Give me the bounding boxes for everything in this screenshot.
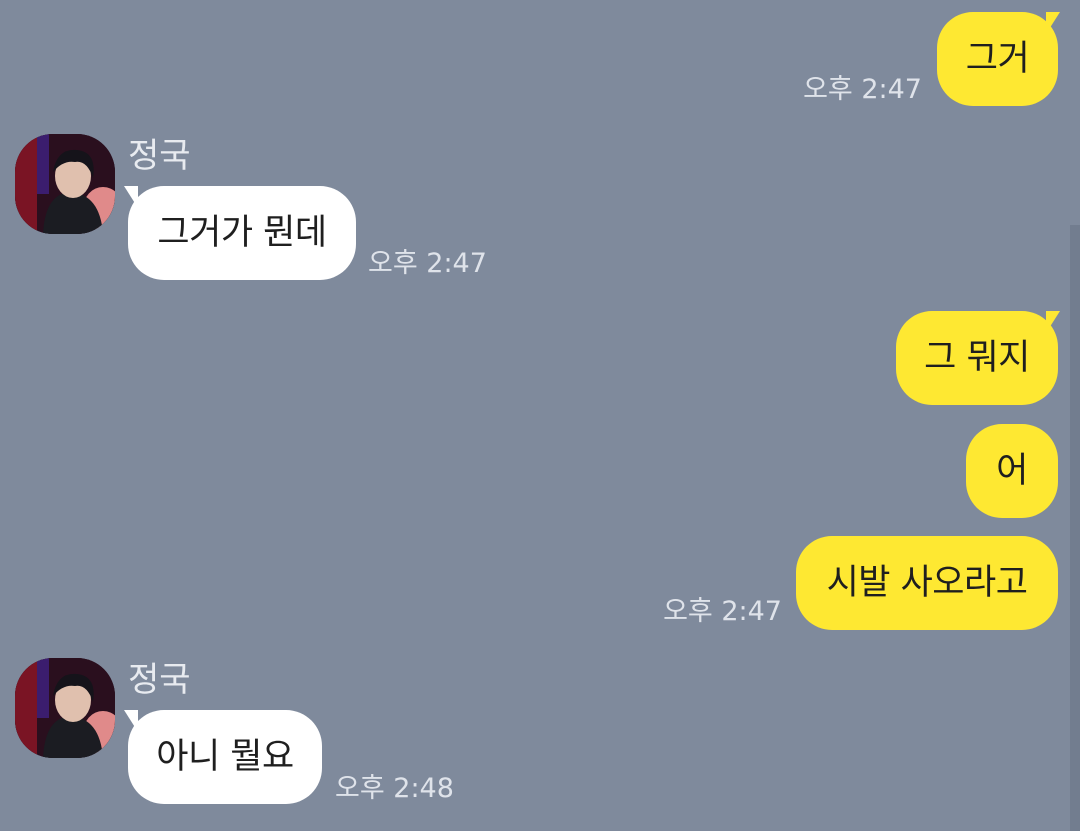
message-bubble-mine[interactable]: 어 — [966, 424, 1058, 518]
profile-photo-icon[interactable] — [15, 134, 115, 234]
message-timestamp: 오후 2:48 — [335, 773, 454, 804]
message-text: 그거 — [965, 38, 1030, 79]
message-timestamp: 오후 2:47 — [663, 596, 782, 627]
message-bubble-mine[interactable]: 시발 사오라고 — [796, 536, 1058, 630]
bubble-tail — [124, 710, 138, 732]
message-bubble-mine[interactable]: 그거 — [937, 12, 1058, 106]
message-text: 그거가 뭔데 — [157, 212, 327, 253]
scrollbar[interactable] — [1070, 225, 1080, 831]
message-text: 아니 뭘요 — [156, 736, 294, 777]
bubble-tail — [1046, 12, 1060, 34]
sender-name: 정국 — [128, 660, 191, 700]
message-text: 어 — [996, 450, 1028, 491]
profile-photo-icon[interactable] — [15, 658, 115, 758]
message-bubble-theirs[interactable]: 그거가 뭔데 — [128, 186, 356, 280]
message-bubble-mine[interactable]: 그 뭐지 — [896, 311, 1058, 405]
message-text: 그 뭐지 — [924, 337, 1030, 378]
message-bubble-theirs[interactable]: 아니 뭘요 — [128, 710, 322, 804]
bubble-tail — [1046, 311, 1060, 333]
message-text: 시발 사오라고 — [826, 562, 1028, 603]
bubble-tail — [124, 186, 138, 208]
message-timestamp: 오후 2:47 — [368, 248, 487, 279]
chat-area[interactable]: 오후 2:47 그거 정국 그거가 뭔데 오후 2:47 그 뭐지 어 오후 2… — [0, 0, 1080, 831]
sender-name: 정국 — [128, 136, 191, 176]
message-timestamp: 오후 2:47 — [803, 74, 922, 105]
